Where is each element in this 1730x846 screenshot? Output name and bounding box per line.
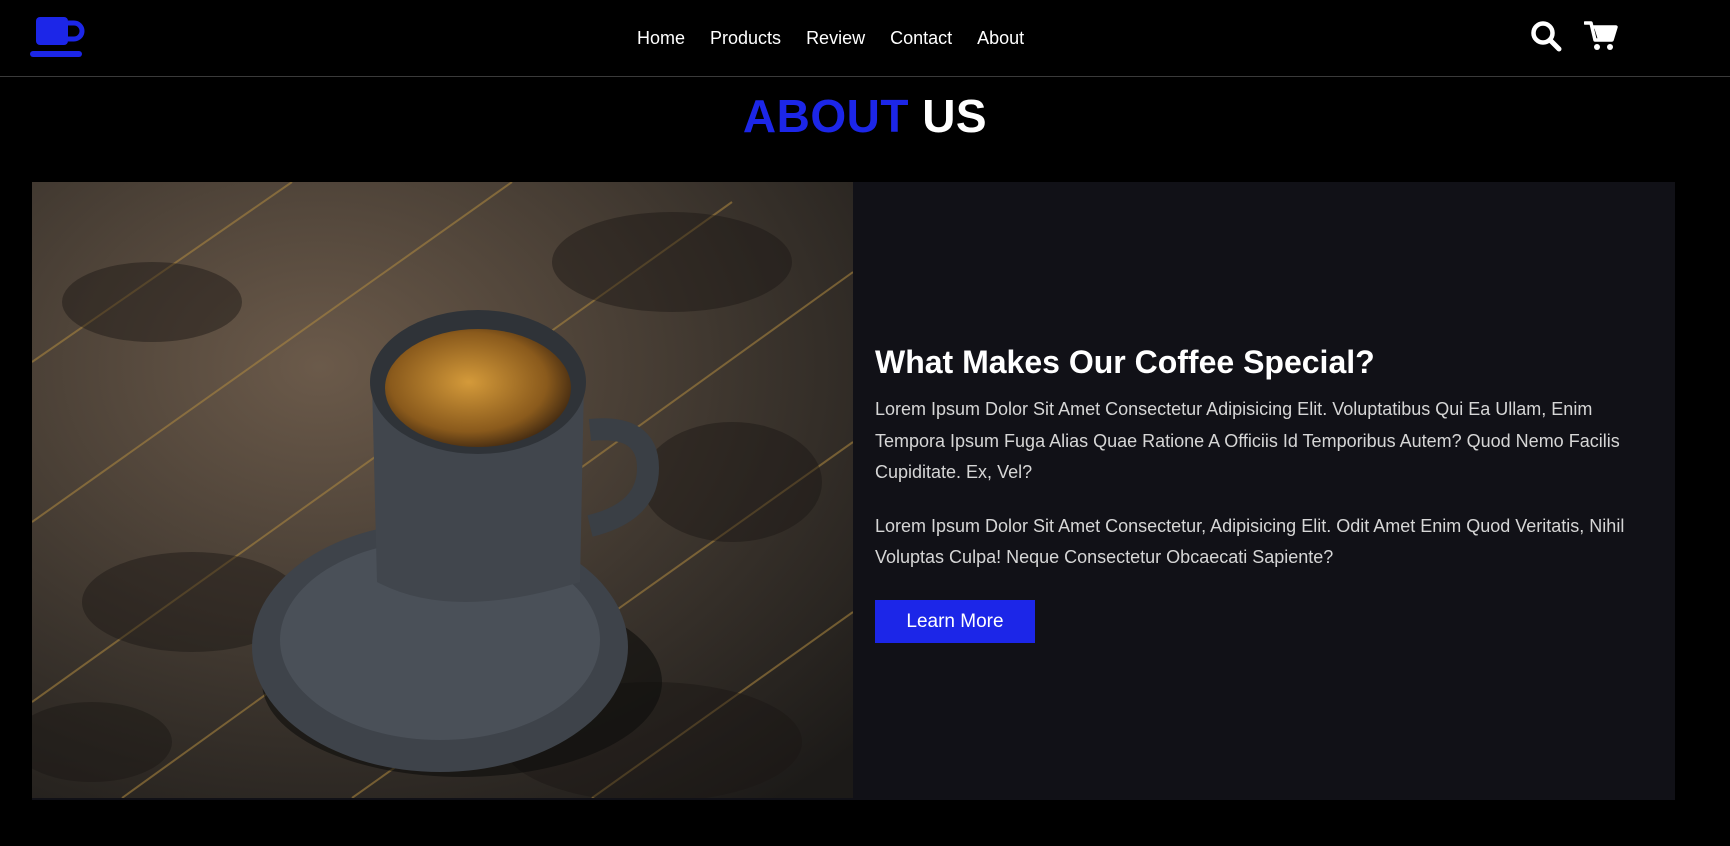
header-icons [1530,20,1618,57]
main-nav: Home Products Review Contact About [637,26,1024,50]
section-title: ABOUT US [0,90,1730,142]
coffee-cup-logo-icon[interactable] [30,17,86,59]
header: Home Products Review Contact About [0,0,1730,77]
cart-icon[interactable] [1583,20,1618,57]
nav-review[interactable]: Review [806,26,865,50]
about-content: What Makes Our Coffee Special? Lorem Ips… [853,182,1675,800]
about-heading: What Makes Our Coffee Special? [875,344,1375,380]
title-rest: US [922,90,988,142]
learn-more-button[interactable]: Learn More [875,599,1035,643]
search-icon[interactable] [1530,20,1562,57]
nav-about[interactable]: About [977,26,1024,50]
nav-products[interactable]: Products [710,26,781,50]
nav-home[interactable]: Home [637,26,685,50]
nav-contact[interactable]: Contact [890,26,952,50]
about-section: What Makes Our Coffee Special? Lorem Ips… [32,182,1675,800]
coffee-cup-image [32,182,853,798]
about-paragraph-2: Lorem Ipsum Dolor Sit Amet Consectetur, … [875,515,1625,568]
about-paragraph-1: Lorem Ipsum Dolor Sit Amet Consectetur A… [875,399,1620,482]
title-accent: ABOUT [742,90,909,142]
